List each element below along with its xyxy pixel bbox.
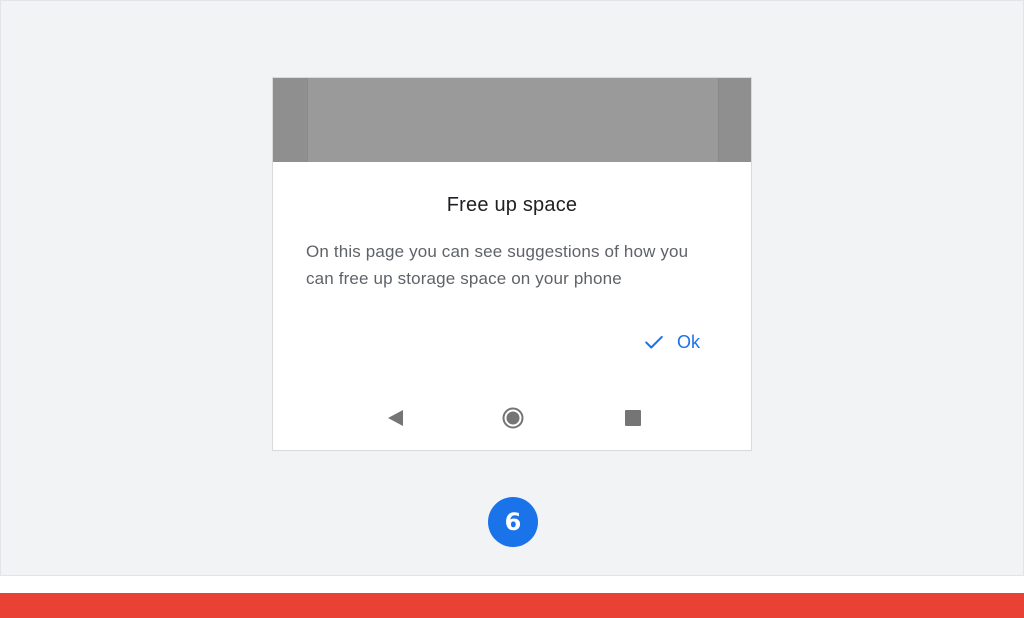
background-scrim — [273, 78, 751, 162]
recents-square-icon[interactable] — [625, 410, 641, 426]
home-circle-icon[interactable] — [502, 407, 524, 429]
ok-label: Ok — [677, 331, 701, 352]
scrim-left-edge — [273, 78, 308, 162]
footer-color-bar — [0, 593, 1024, 618]
scrim-right-edge — [718, 78, 751, 162]
navigation-bar — [273, 398, 751, 438]
step-number-badge: 6 — [488, 497, 538, 547]
check-icon — [645, 335, 663, 349]
dialog-title: Free up space — [446, 194, 578, 216]
dialog-body: On this page you can see suggestions of … — [306, 242, 689, 288]
phone-screen: Free up space On this page you can see s… — [272, 77, 752, 451]
back-triangle-icon[interactable] — [387, 409, 405, 427]
tutorial-stage: Free up space On this page you can see s… — [0, 0, 1024, 576]
ok-button[interactable]: Ok — [639, 328, 704, 356]
